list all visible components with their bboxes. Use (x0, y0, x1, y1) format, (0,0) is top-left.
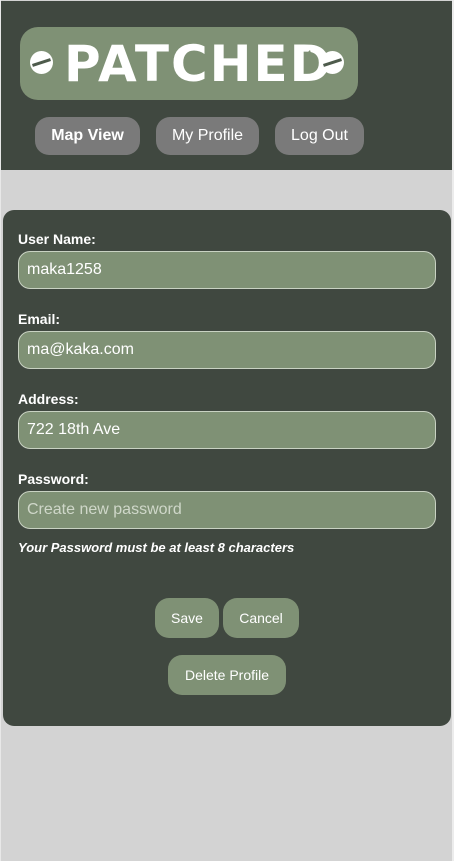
leaf-icon (304, 50, 312, 71)
logo-text: PATCHED (64, 35, 334, 93)
profile-form: User Name: Email: Address: Password: You… (3, 210, 451, 726)
password-hint: Your Password must be at least 8 charact… (18, 540, 295, 555)
username-input[interactable] (18, 251, 436, 289)
delete-profile-button[interactable]: Delete Profile (168, 655, 286, 695)
email-input[interactable] (18, 331, 436, 369)
address-input[interactable] (18, 411, 436, 449)
log-out-button[interactable]: Log Out (275, 117, 364, 155)
my-profile-button[interactable]: My Profile (156, 117, 259, 155)
password-input[interactable] (18, 491, 436, 529)
password-label: Password: (18, 471, 89, 487)
logo-left-dot-icon (30, 51, 53, 74)
map-view-button[interactable]: Map View (35, 117, 140, 155)
address-label: Address: (18, 391, 79, 407)
profile-page: PATCHED Map View My Profile Log Out User… (0, 0, 454, 861)
cancel-button[interactable]: Cancel (223, 598, 299, 638)
app-header: PATCHED Map View My Profile Log Out (1, 1, 452, 170)
username-label: User Name: (18, 231, 96, 247)
save-button[interactable]: Save (155, 598, 219, 638)
patched-logo[interactable]: PATCHED (20, 27, 358, 100)
email-label: Email: (18, 311, 61, 327)
logo-right-dot-icon (321, 51, 344, 74)
